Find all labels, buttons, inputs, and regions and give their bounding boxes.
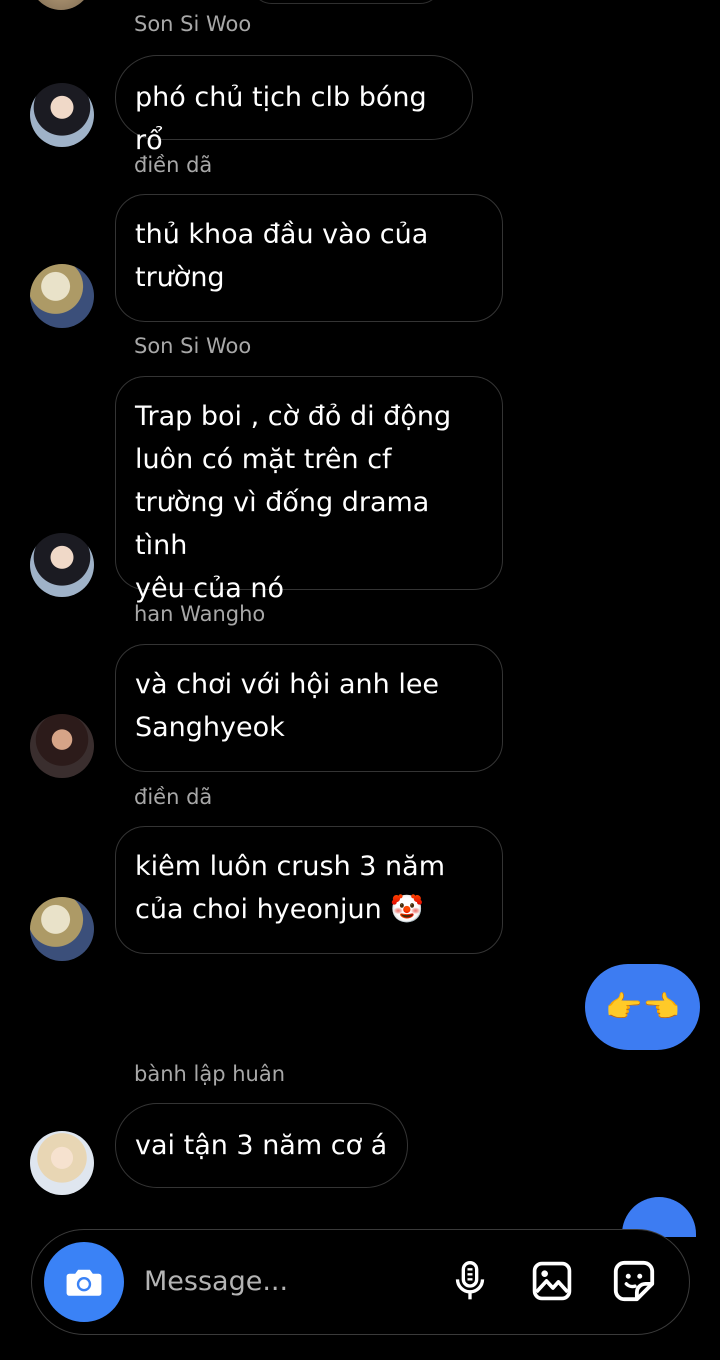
gallery-button[interactable]: [528, 1257, 576, 1305]
message-bubble[interactable]: phó chủ tịch clb bóng rổ: [115, 55, 473, 156]
avatar[interactable]: [30, 264, 94, 328]
avatar[interactable]: [30, 83, 94, 147]
sender-name: Son Si Woo: [134, 334, 252, 358]
message-bubble-partial[interactable]: [250, 0, 442, 4]
avatar[interactable]: [30, 533, 94, 597]
message-bubble[interactable]: Trap boi , cờ đỏ di động luôn có mặt trê…: [115, 376, 503, 604]
chat-screen: Son Si Woo phó chủ tịch clb bóng rổ điền…: [0, 0, 720, 1360]
microphone-button[interactable]: [446, 1257, 494, 1305]
message-bubble[interactable]: vai tận 3 năm cơ á: [115, 1103, 408, 1188]
message-bubble[interactable]: thủ khoa đầu vào của trường: [115, 194, 503, 322]
sender-name: Son Si Woo: [134, 12, 252, 36]
sticker-button[interactable]: [610, 1257, 658, 1305]
microphone-icon: [455, 1261, 485, 1300]
message-bubble[interactable]: và chơi với hội anh lee Sanghyeok: [115, 644, 503, 772]
avatar[interactable]: [30, 0, 92, 10]
camera-button[interactable]: [44, 1242, 124, 1322]
sender-name: han Wangho: [134, 602, 266, 626]
sender-name: điền dã: [134, 785, 213, 809]
message-input[interactable]: [144, 1258, 434, 1304]
avatar[interactable]: [30, 897, 94, 961]
gallery-icon: [532, 1261, 572, 1301]
sticker-icon: [613, 1260, 655, 1302]
sender-name: bành lập huân: [134, 1062, 285, 1086]
message-bubble[interactable]: kiêm luôn crush 3 năm của choi hyeonjun …: [115, 826, 503, 954]
camera-icon: [66, 1269, 102, 1296]
sender-name: điền dã: [134, 153, 213, 177]
avatar[interactable]: [30, 1131, 94, 1195]
avatar[interactable]: [30, 714, 94, 778]
my-message-bubble[interactable]: 👉👈: [585, 964, 700, 1050]
